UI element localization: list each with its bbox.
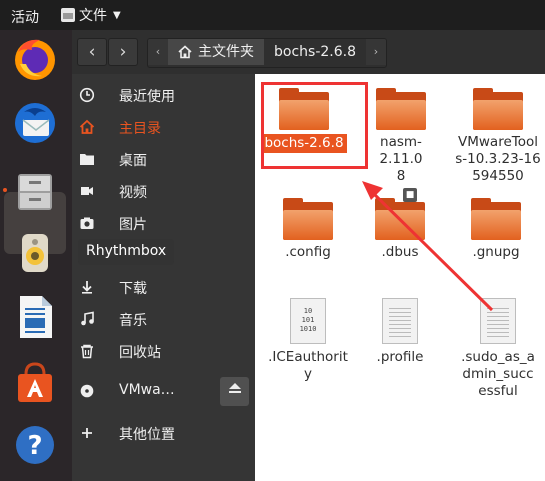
plus-icon — [79, 425, 95, 441]
annotation-highlight-box — [261, 82, 368, 169]
breadcrumb-current-label: bochs-2.6.8 — [274, 44, 356, 60]
file-name: .dbus — [381, 244, 419, 260]
chevron-left-icon: ‹ — [155, 45, 161, 58]
sidebar-item-other-locations[interactable]: 其他位置 — [72, 417, 255, 449]
breadcrumb-scroll-right[interactable]: › — [366, 39, 386, 65]
thunderbird-icon[interactable] — [10, 98, 60, 148]
sidebar-item-pictures[interactable]: 图片 — [72, 207, 255, 239]
back-button[interactable]: ‹ — [77, 38, 107, 66]
header-bar: ‹ › ‹ 主文件夹 bochs-2.6.8 › — [72, 30, 545, 74]
caret-down-icon: ▼ — [113, 9, 121, 21]
activities-button[interactable]: 活动 — [11, 7, 39, 27]
eject-button[interactable] — [220, 377, 249, 406]
help-icon[interactable]: ? — [10, 420, 60, 470]
file-name: VMwareTools-10.3.23-16594550 — [455, 134, 541, 184]
app-menu-label: 文件 — [79, 8, 107, 24]
clock-icon — [79, 87, 95, 103]
sidebar-item-home[interactable]: 主目录 — [72, 111, 255, 143]
breadcrumb-scroll-left[interactable]: ‹ — [148, 39, 168, 65]
sidebar-item-label: 主目录 — [119, 121, 161, 137]
sidebar-item-label: 回收站 — [119, 345, 161, 361]
breadcrumb-current[interactable]: bochs-2.6.8 — [264, 39, 366, 65]
folder-icon: ■ — [375, 188, 425, 240]
sidebar-item-label: VMwa… — [119, 382, 175, 398]
file-manager-icon — [61, 8, 75, 22]
sidebar-item-label: 下载 — [119, 281, 147, 297]
places-sidebar: 最近使用 主目录 桌面 视频 图片 下载 音乐 回收站 VMwa… 其他位置 — [72, 74, 255, 481]
sidebar-item-downloads[interactable]: 下载 — [72, 271, 255, 303]
sidebar-item-label: 桌面 — [119, 153, 147, 169]
folder-icon — [283, 196, 333, 240]
files-icon[interactable] — [10, 166, 60, 216]
file-name: .gnupg — [472, 244, 520, 260]
file-item-config[interactable]: .config — [263, 196, 353, 261]
sidebar-item-label: 最近使用 — [119, 89, 175, 105]
sidebar-item-label: 其他位置 — [119, 427, 175, 443]
sidebar-item-label: 音乐 — [119, 313, 147, 329]
file-item-dbus[interactable]: ■ .dbus — [355, 188, 445, 261]
music-icon — [79, 311, 95, 327]
binary-file-icon: 10 101 1010 — [290, 298, 326, 344]
folder-icon — [376, 86, 426, 130]
trash-icon — [79, 343, 95, 359]
dock-tooltip: Rhythmbox — [78, 239, 174, 265]
breadcrumb: ‹ 主文件夹 bochs-2.6.8 › — [147, 38, 387, 68]
dock: ? — [0, 30, 72, 481]
file-name: .profile — [376, 349, 424, 365]
libreoffice-writer-icon[interactable] — [10, 292, 60, 342]
chevron-right-icon: › — [119, 42, 127, 62]
video-icon — [79, 183, 95, 199]
text-file-icon — [480, 298, 516, 344]
home-icon — [178, 45, 192, 59]
file-name: .config — [285, 244, 331, 260]
sidebar-item-recent[interactable]: 最近使用 — [72, 79, 255, 111]
eject-icon — [228, 383, 241, 393]
home-icon — [79, 119, 95, 135]
file-item-nasm[interactable]: nasm-2.11.08 — [356, 86, 446, 185]
forward-button[interactable]: › — [108, 38, 138, 66]
sidebar-item-music[interactable]: 音乐 — [72, 303, 255, 335]
chevron-right-icon: › — [373, 45, 379, 58]
sidebar-item-trash[interactable]: 回收站 — [72, 335, 255, 367]
svg-text:?: ? — [27, 431, 42, 461]
desktop-folder-icon — [79, 151, 95, 167]
file-name: .ICEauthority — [268, 349, 348, 382]
file-item-gnupg[interactable]: .gnupg — [451, 196, 541, 261]
breadcrumb-home[interactable]: 主文件夹 — [168, 39, 264, 65]
folder-icon — [473, 86, 523, 130]
rhythmbox-icon[interactable] — [10, 228, 60, 278]
file-item-sudo-as-admin[interactable]: .sudo_as_admin_successful — [451, 298, 545, 400]
firefox-icon[interactable] — [10, 34, 60, 84]
text-file-icon — [382, 298, 418, 344]
sidebar-item-videos[interactable]: 视频 — [72, 175, 255, 207]
app-menu[interactable]: 文件 ▼ — [61, 5, 121, 25]
folder-icon — [471, 196, 521, 240]
file-item-profile[interactable]: .profile — [355, 298, 445, 366]
sidebar-item-desktop[interactable]: 桌面 — [72, 143, 255, 175]
file-item-iceauthority[interactable]: 10 101 1010 .ICEauthority — [263, 298, 353, 383]
file-name: nasm-2.11.08 — [379, 134, 423, 184]
download-icon — [79, 279, 95, 295]
breadcrumb-home-label: 主文件夹 — [198, 44, 254, 60]
file-name: .sudo_as_admin_successful — [461, 349, 535, 399]
camera-icon — [79, 215, 95, 231]
running-indicator — [3, 188, 7, 192]
ubuntu-software-icon[interactable] — [10, 358, 60, 408]
file-item-vmwaretools[interactable]: VMwareTools-10.3.23-16594550 — [451, 86, 545, 185]
sidebar-item-label: 图片 — [119, 217, 147, 233]
chevron-left-icon: ‹ — [88, 42, 96, 62]
disc-icon — [79, 383, 95, 399]
lock-icon: ■ — [403, 188, 417, 202]
top-bar: 活动 文件 ▼ — [0, 0, 545, 30]
sidebar-item-label: 视频 — [119, 185, 147, 201]
